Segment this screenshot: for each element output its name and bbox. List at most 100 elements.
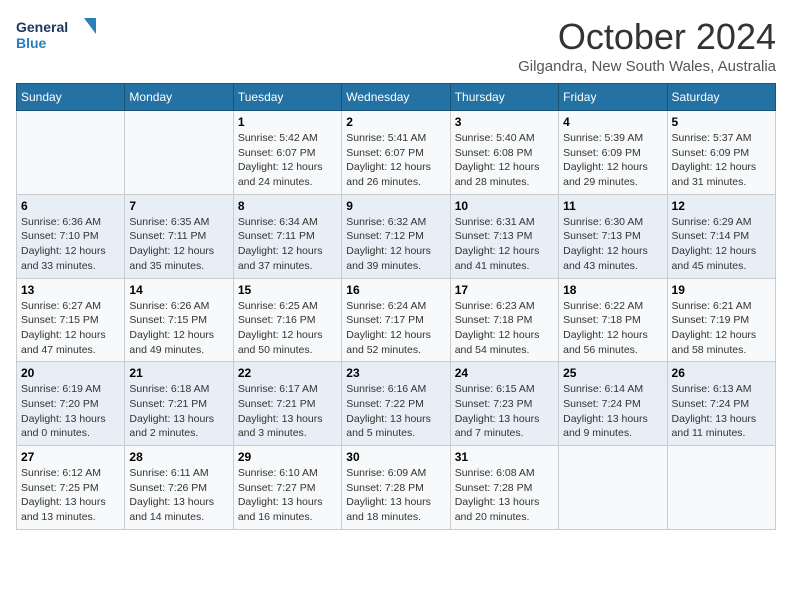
day-number: 13 — [21, 283, 120, 297]
day-number: 17 — [455, 283, 554, 297]
day-info: Sunrise: 6:12 AM Sunset: 7:25 PM Dayligh… — [21, 466, 120, 525]
week-row-5: 27Sunrise: 6:12 AM Sunset: 7:25 PM Dayli… — [17, 446, 776, 530]
day-number: 2 — [346, 115, 445, 129]
day-cell: 1Sunrise: 5:42 AM Sunset: 6:07 PM Daylig… — [233, 111, 341, 195]
page-header: General Blue October 2024 Gilgandra, New… — [16, 16, 776, 75]
header-cell-sunday: Sunday — [17, 84, 125, 111]
day-cell: 12 Sunrise: 6:29 AM Sunset: 7:14 PM Dayli… — [667, 194, 775, 278]
page-subtitle: Gilgandra, New South Wales, Australia — [518, 58, 776, 75]
calendar-table: SundayMondayTuesdayWednesdayThursdayFrid… — [16, 83, 776, 530]
day-number: 28 — [129, 450, 228, 464]
day-info: Sunrise: 6:15 AM Sunset: 7:23 PM Dayligh… — [455, 382, 554, 441]
day-number: 8 — [238, 199, 337, 213]
day-cell: 3 Sunrise: 5:40 AM Sunset: 6:08 PM Daylig… — [450, 111, 558, 195]
day-info: Sunrise: 5:41 AM Sunset: 6:07 PM Dayligh… — [346, 131, 445, 190]
day-cell — [17, 111, 125, 195]
day-cell: 9Sunrise: 6:32 AM Sunset: 7:12 PM Daylig… — [342, 194, 450, 278]
day-cell: 13 Sunrise: 6:27 AM Sunset: 7:15 PM Dayli… — [17, 278, 125, 362]
day-info: Sunrise: 6:18 AM Sunset: 7:21 PM Dayligh… — [129, 382, 228, 441]
day-cell: 20 Sunrise: 6:19 AM Sunset: 7:20 PM Dayli… — [17, 362, 125, 446]
day-cell: 5 Sunrise: 5:37 AM Sunset: 6:09 PM Daylig… — [667, 111, 775, 195]
day-info: Sunrise: 6:14 AM Sunset: 7:24 PM Dayligh… — [563, 382, 662, 441]
day-info: Sunrise: 6:21 AM Sunset: 7:19 PM Dayligh… — [672, 299, 771, 358]
calendar-body: 1Sunrise: 5:42 AM Sunset: 6:07 PM Daylig… — [17, 111, 776, 530]
day-cell — [125, 111, 233, 195]
day-info: Sunrise: 5:37 AM Sunset: 6:09 PM Dayligh… — [672, 131, 771, 190]
day-number: 21 — [129, 366, 228, 380]
day-number: 3 — [455, 115, 554, 129]
day-cell: 30Sunrise: 6:09 AM Sunset: 7:28 PM Dayli… — [342, 446, 450, 530]
day-number: 10 — [455, 199, 554, 213]
day-cell: 15 Sunrise: 6:25 AM Sunset: 7:16 PM Dayli… — [233, 278, 341, 362]
day-cell: 26Sunrise: 6:13 AM Sunset: 7:24 PM Dayli… — [667, 362, 775, 446]
day-cell — [667, 446, 775, 530]
day-info: Sunrise: 6:22 AM Sunset: 7:18 PM Dayligh… — [563, 299, 662, 358]
day-cell: 6 Sunrise: 6:36 AM Sunset: 7:10 PM Daylig… — [17, 194, 125, 278]
day-info: Sunrise: 6:26 AM Sunset: 7:15 PM Dayligh… — [129, 299, 228, 358]
day-cell: 16Sunrise: 6:24 AM Sunset: 7:17 PM Dayli… — [342, 278, 450, 362]
day-info: Sunrise: 6:35 AM Sunset: 7:11 PM Dayligh… — [129, 215, 228, 274]
day-cell: 22Sunrise: 6:17 AM Sunset: 7:21 PM Dayli… — [233, 362, 341, 446]
day-number: 11 — [563, 199, 662, 213]
header-cell-thursday: Thursday — [450, 84, 558, 111]
header-cell-monday: Monday — [125, 84, 233, 111]
day-info: Sunrise: 6:27 AM Sunset: 7:15 PM Dayligh… — [21, 299, 120, 358]
day-cell: 11 Sunrise: 6:30 AM Sunset: 7:13 PM Dayli… — [559, 194, 667, 278]
day-cell: 14 Sunrise: 6:26 AM Sunset: 7:15 PM Dayli… — [125, 278, 233, 362]
day-cell: 7 Sunrise: 6:35 AM Sunset: 7:11 PM Daylig… — [125, 194, 233, 278]
day-cell: 19 Sunrise: 6:21 AM Sunset: 7:19 PM Dayli… — [667, 278, 775, 362]
day-info: Sunrise: 5:40 AM Sunset: 6:08 PM Dayligh… — [455, 131, 554, 190]
day-info: Sunrise: 6:29 AM Sunset: 7:14 PM Dayligh… — [672, 215, 771, 274]
day-info: Sunrise: 6:36 AM Sunset: 7:10 PM Dayligh… — [21, 215, 120, 274]
calendar-header: SundayMondayTuesdayWednesdayThursdayFrid… — [17, 84, 776, 111]
day-cell: 2 Sunrise: 5:41 AM Sunset: 6:07 PM Daylig… — [342, 111, 450, 195]
day-cell: 8 Sunrise: 6:34 AM Sunset: 7:11 PM Daylig… — [233, 194, 341, 278]
day-number: 6 — [21, 199, 120, 213]
day-number: 12 — [672, 199, 771, 213]
day-number: 29 — [238, 450, 337, 464]
day-number: 4 — [563, 115, 662, 129]
svg-text:General: General — [16, 19, 68, 35]
week-row-1: 1Sunrise: 5:42 AM Sunset: 6:07 PM Daylig… — [17, 111, 776, 195]
day-cell — [559, 446, 667, 530]
day-number: 7 — [129, 199, 228, 213]
day-cell: 31 Sunrise: 6:08 AM Sunset: 7:28 PM Dayli… — [450, 446, 558, 530]
day-cell: 28Sunrise: 6:11 AM Sunset: 7:26 PM Dayli… — [125, 446, 233, 530]
header-cell-friday: Friday — [559, 84, 667, 111]
day-number: 14 — [129, 283, 228, 297]
day-cell: 27Sunrise: 6:12 AM Sunset: 7:25 PM Dayli… — [17, 446, 125, 530]
day-info: Sunrise: 6:34 AM Sunset: 7:11 PM Dayligh… — [238, 215, 337, 274]
week-row-3: 13 Sunrise: 6:27 AM Sunset: 7:15 PM Dayli… — [17, 278, 776, 362]
day-number: 20 — [21, 366, 120, 380]
day-number: 23 — [346, 366, 445, 380]
day-number: 18 — [563, 283, 662, 297]
day-number: 1 — [238, 115, 337, 129]
day-info: Sunrise: 6:19 AM Sunset: 7:20 PM Dayligh… — [21, 382, 120, 441]
day-number: 5 — [672, 115, 771, 129]
day-number: 31 — [455, 450, 554, 464]
day-number: 25 — [563, 366, 662, 380]
day-info: Sunrise: 6:25 AM Sunset: 7:16 PM Dayligh… — [238, 299, 337, 358]
day-cell: 18 Sunrise: 6:22 AM Sunset: 7:18 PM Dayli… — [559, 278, 667, 362]
day-number: 9 — [346, 199, 445, 213]
day-number: 16 — [346, 283, 445, 297]
day-cell: 29 Sunrise: 6:10 AM Sunset: 7:27 PM Dayli… — [233, 446, 341, 530]
day-number: 15 — [238, 283, 337, 297]
day-info: Sunrise: 6:10 AM Sunset: 7:27 PM Dayligh… — [238, 466, 337, 525]
week-row-2: 6 Sunrise: 6:36 AM Sunset: 7:10 PM Daylig… — [17, 194, 776, 278]
page-title: October 2024 — [518, 16, 776, 58]
day-number: 19 — [672, 283, 771, 297]
day-cell: 4Sunrise: 5:39 AM Sunset: 6:09 PM Daylig… — [559, 111, 667, 195]
day-info: Sunrise: 6:13 AM Sunset: 7:24 PM Dayligh… — [672, 382, 771, 441]
header-cell-wednesday: Wednesday — [342, 84, 450, 111]
day-info: Sunrise: 6:30 AM Sunset: 7:13 PM Dayligh… — [563, 215, 662, 274]
day-info: Sunrise: 6:23 AM Sunset: 7:18 PM Dayligh… — [455, 299, 554, 358]
day-info: Sunrise: 6:08 AM Sunset: 7:28 PM Dayligh… — [455, 466, 554, 525]
day-cell: 25 Sunrise: 6:14 AM Sunset: 7:24 PM Dayli… — [559, 362, 667, 446]
title-block: October 2024 Gilgandra, New South Wales,… — [518, 16, 776, 75]
header-cell-saturday: Saturday — [667, 84, 775, 111]
logo: General Blue — [16, 16, 96, 56]
day-number: 30 — [346, 450, 445, 464]
day-cell: 10 Sunrise: 6:31 AM Sunset: 7:13 PM Dayli… — [450, 194, 558, 278]
day-info: Sunrise: 6:31 AM Sunset: 7:13 PM Dayligh… — [455, 215, 554, 274]
